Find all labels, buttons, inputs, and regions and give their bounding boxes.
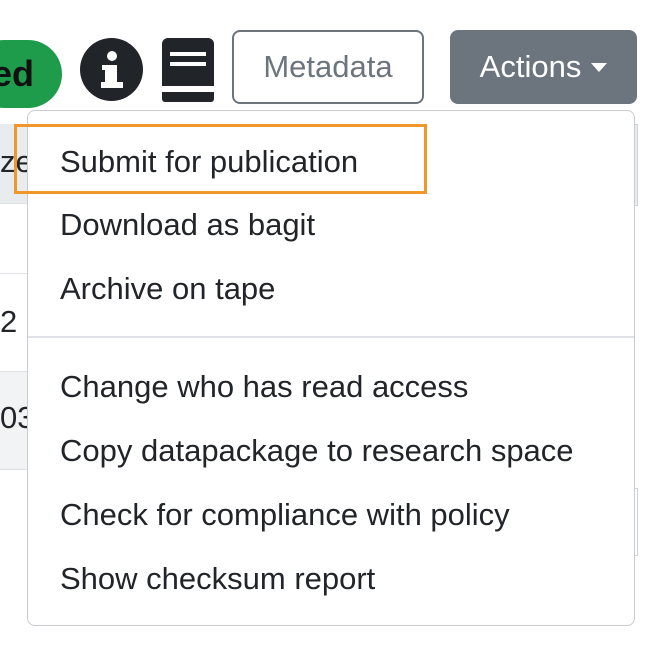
status-badge: ed [0,40,62,108]
metadata-button-label: Metadata [263,49,393,84]
menu-item-copy-to-research-space[interactable]: Copy datapackage to research space [60,431,574,471]
menu-item-change-read-access[interactable]: Change who has read access [60,367,468,407]
metadata-button[interactable]: Metadata [232,30,424,104]
status-badge-text: ed [0,53,34,94]
menu-item-show-checksum-report[interactable]: Show checksum report [60,559,375,599]
menu-item-archive-on-tape[interactable]: Archive on tape [60,269,275,309]
highlight-box [14,124,427,194]
menu-item-check-compliance[interactable]: Check for compliance with policy [60,495,510,535]
book-icon [162,38,214,102]
menu-divider [28,336,634,338]
info-button[interactable] [80,38,143,101]
actions-button-label: Actions [479,49,582,84]
menu-item-download-as-bagit[interactable]: Download as bagit [60,205,315,245]
actions-button[interactable]: Actions [450,30,637,104]
book-button[interactable] [160,38,216,102]
info-icon [100,50,123,88]
caret-down-icon [591,62,608,72]
